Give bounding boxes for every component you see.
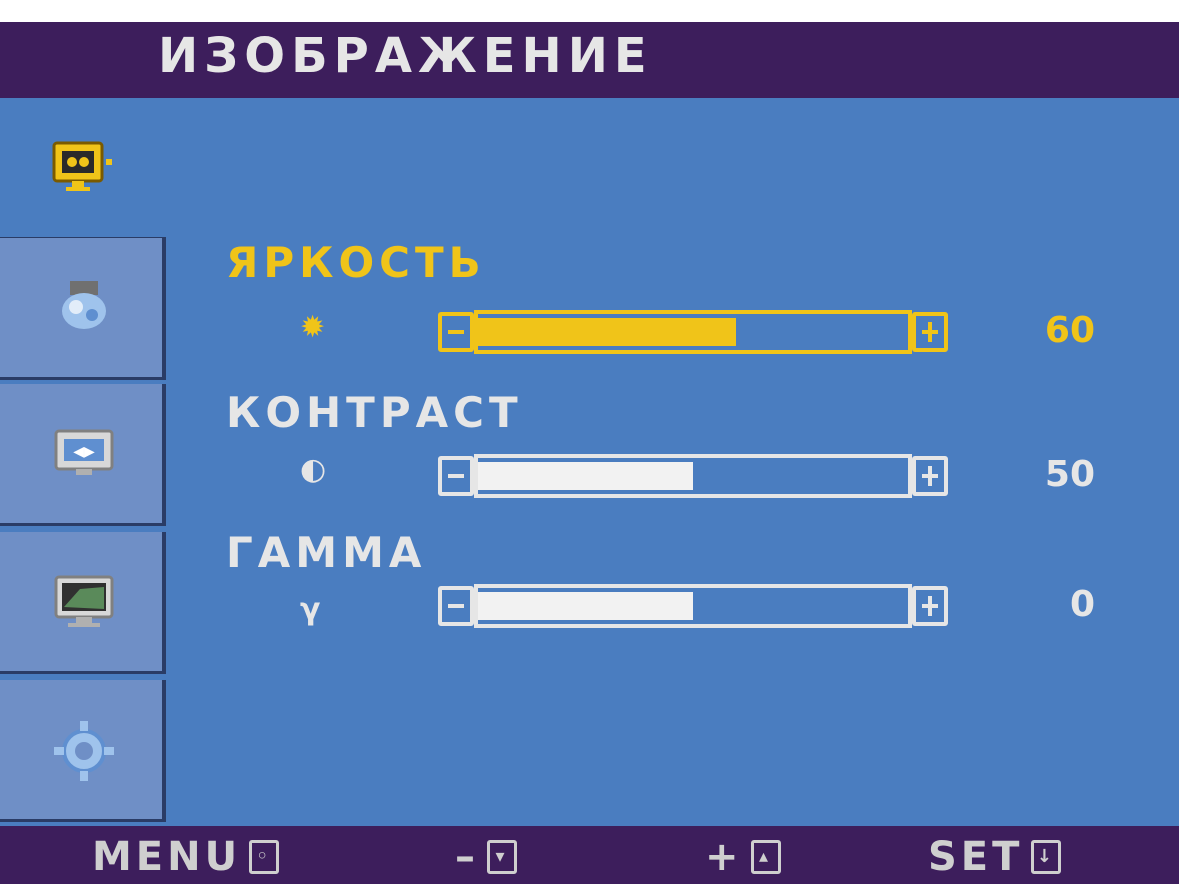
brightness-label: ЯРКОСТЬ	[226, 238, 486, 287]
slider-track	[474, 454, 912, 498]
brightness-sun-icon: ✹	[300, 310, 326, 345]
sidebar-item-color[interactable]	[0, 238, 166, 380]
slider-track	[474, 584, 912, 628]
slider-increase-icon	[912, 456, 948, 496]
picture-monitor-icon	[52, 141, 112, 191]
tracking-icon	[54, 575, 114, 627]
contrast-icon: ◐	[300, 452, 327, 487]
bottom-bar: MENU ◦ – ▾ + ▴ SET ↓	[0, 826, 1179, 884]
set-button[interactable]: SET ↓	[928, 834, 1062, 880]
slider-track	[474, 310, 912, 354]
slider-fill	[478, 462, 693, 490]
set-button-label: SET	[928, 834, 1024, 880]
svg-text:◀▶: ◀▶	[73, 444, 95, 460]
plus-button-label: +	[705, 834, 743, 880]
color-icon	[62, 280, 106, 329]
contrast-slider[interactable]	[438, 452, 948, 502]
gamma-slider[interactable]	[438, 582, 948, 632]
slider-increase-icon	[912, 312, 948, 352]
brightness-value: 60	[1044, 310, 1095, 351]
menu-button-label: MENU	[92, 834, 242, 880]
slider-decrease-icon	[438, 456, 474, 496]
slider-fill	[478, 318, 736, 346]
menu-title: ИЗОБРАЖЕНИЕ	[158, 28, 653, 84]
gamma-label: ГАММА	[226, 528, 427, 577]
slider-increase-icon	[912, 586, 948, 626]
plus-key-icon: ▴	[750, 840, 781, 874]
gamma-value: 0	[1069, 584, 1095, 625]
main-panel: ЯРКОСТЬ ✹ 60 КОНТРАСТ ◐ 50 ГАММА γ 0	[170, 98, 1179, 826]
menu-key-icon: ◦	[249, 840, 280, 874]
sidebar-item-setup[interactable]	[0, 680, 166, 822]
contrast-value: 50	[1044, 454, 1095, 495]
minus-key-icon: ▾	[487, 840, 517, 874]
gamma-icon: γ	[300, 592, 321, 627]
setup-gear-icon	[54, 720, 114, 781]
osd-window: ИЗОБРАЖЕНИЕ ◀▶ ЯРКОСТЬ ✹ 60 КОНТРАСТ ◐ 5…	[0, 22, 1179, 884]
slider-decrease-icon	[438, 312, 474, 352]
slider-fill	[478, 592, 693, 620]
set-key-icon: ↓	[1031, 840, 1062, 874]
slider-decrease-icon	[438, 586, 474, 626]
contrast-label: КОНТРАСТ	[226, 388, 523, 437]
minus-button-label: –	[455, 834, 479, 880]
title-bar: ИЗОБРАЖЕНИЕ	[0, 22, 1179, 98]
brightness-slider[interactable]	[438, 308, 948, 358]
sidebar-item-tracking[interactable]	[0, 532, 166, 674]
plus-button[interactable]: + ▴	[705, 834, 781, 880]
menu-button[interactable]: MENU ◦	[92, 834, 280, 880]
position-icon: ◀▶	[54, 429, 114, 475]
sidebar: ◀▶	[0, 98, 170, 826]
minus-button[interactable]: – ▾	[455, 834, 517, 880]
sidebar-item-position[interactable]: ◀▶	[0, 384, 166, 526]
sidebar-item-picture[interactable]	[0, 98, 166, 240]
